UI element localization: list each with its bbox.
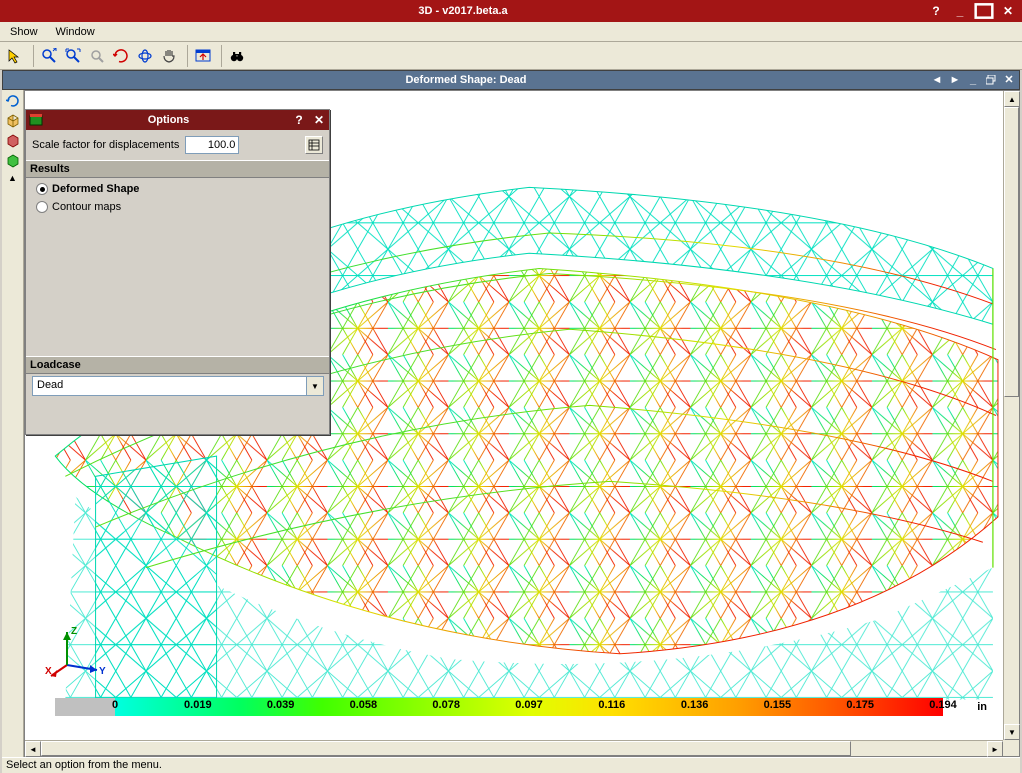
radio-contour-maps[interactable]: Contour maps [32, 198, 323, 216]
chevron-down-icon[interactable]: ▼ [306, 377, 323, 395]
options-dialog: Options ? ✕ Scale factor for displacemen… [25, 109, 330, 435]
side-collapse-icon[interactable]: ▲ [4, 172, 22, 184]
scale-factor-more-button[interactable] [305, 136, 323, 154]
view-plan-icon[interactable] [4, 132, 22, 150]
dialog-help-button[interactable]: ? [291, 113, 307, 127]
view-iso-icon[interactable] [4, 112, 22, 130]
radio-contour-label: Contour maps [52, 201, 121, 213]
radio-deformed-label: Deformed Shape [52, 183, 139, 195]
help-button[interactable]: ? [926, 3, 946, 19]
status-text: Select an option from the menu. [6, 759, 162, 771]
binoculars-icon[interactable] [226, 45, 248, 67]
statusbar: Select an option from the menu. [2, 757, 1020, 773]
svg-text:X: X [45, 666, 52, 677]
child-window-titlebar: Deformed Shape: Dead ◄ ► _ ✕ [2, 70, 1020, 90]
arrow-tool-icon[interactable] [4, 45, 26, 67]
colorbar [55, 698, 943, 716]
maximize-button[interactable] [974, 3, 994, 19]
fit-window-icon[interactable] [192, 45, 214, 67]
minimize-button[interactable]: _ [950, 3, 970, 19]
colorbar-unit: in [977, 698, 987, 716]
options-dialog-title: Options [46, 114, 291, 126]
scroll-left-button[interactable]: ◄ [25, 741, 41, 757]
child-restore-button[interactable] [983, 73, 999, 87]
menubar: Show Window [0, 22, 1022, 42]
radio-deformed-shape[interactable]: Deformed Shape [32, 180, 323, 198]
orbit-icon[interactable] [134, 45, 156, 67]
horizontal-scrollbar[interactable]: ◄ ► [25, 740, 1003, 756]
child-next-button[interactable]: ► [947, 73, 963, 87]
radio-icon [36, 201, 48, 213]
child-close-button[interactable]: ✕ [1001, 73, 1017, 87]
scroll-up-button[interactable]: ▲ [1004, 91, 1020, 107]
close-button[interactable]: ✕ [998, 3, 1018, 19]
scroll-thumb[interactable] [41, 741, 851, 756]
viewport-canvas[interactable]: X Y Z 00.0190.0390.0580.0780.0970.1160.1… [25, 91, 1003, 740]
child-window-title: Deformed Shape: Dead [3, 74, 929, 86]
dynamic-zoom-icon[interactable] [38, 45, 60, 67]
results-section-header: Results [26, 160, 329, 178]
radio-icon [36, 183, 48, 195]
menu-show[interactable]: Show [4, 24, 44, 40]
refresh-icon[interactable] [4, 92, 22, 110]
viewport: X Y Z 00.0190.0390.0580.0780.0970.1160.1… [24, 90, 1020, 757]
dialog-close-button[interactable]: ✕ [311, 113, 327, 127]
pan-icon[interactable] [158, 45, 180, 67]
menu-window[interactable]: Window [50, 24, 101, 40]
axis-triad: X Y Z [45, 620, 115, 680]
side-toolbar: ▲ [2, 90, 24, 757]
loadcase-select[interactable]: Dead ▼ [32, 376, 324, 396]
app-titlebar: 3D - v2017.beta.a ? _ ✕ [0, 0, 1022, 22]
app-title: 3D - v2017.beta.a [0, 5, 926, 17]
main-toolbar [0, 42, 1022, 70]
scroll-thumb[interactable] [1004, 107, 1019, 397]
svg-text:Y: Y [99, 666, 106, 677]
scale-factor-label: Scale factor for displacements [32, 139, 179, 151]
scroll-right-button[interactable]: ► [987, 741, 1003, 757]
loadcase-value: Dead [33, 377, 306, 395]
scroll-down-button[interactable]: ▼ [1004, 724, 1020, 740]
vertical-scrollbar[interactable]: ▲ ▼ [1003, 91, 1019, 740]
child-minimize-button[interactable]: _ [965, 73, 981, 87]
view-persp-icon[interactable] [4, 152, 22, 170]
scale-factor-input[interactable] [185, 136, 239, 154]
mdi-client: Deformed Shape: Dead ◄ ► _ ✕ ▲ [2, 70, 1020, 757]
rotate-icon[interactable] [110, 45, 132, 67]
options-dialog-icon [28, 112, 44, 128]
svg-text:Z: Z [71, 626, 77, 637]
scroll-corner [1003, 740, 1019, 756]
zoom-extents-icon[interactable] [62, 45, 84, 67]
child-prev-button[interactable]: ◄ [929, 73, 945, 87]
loadcase-section-header: Loadcase [26, 356, 329, 374]
zoom-window-icon[interactable] [86, 45, 108, 67]
options-dialog-titlebar[interactable]: Options ? ✕ [26, 110, 329, 130]
